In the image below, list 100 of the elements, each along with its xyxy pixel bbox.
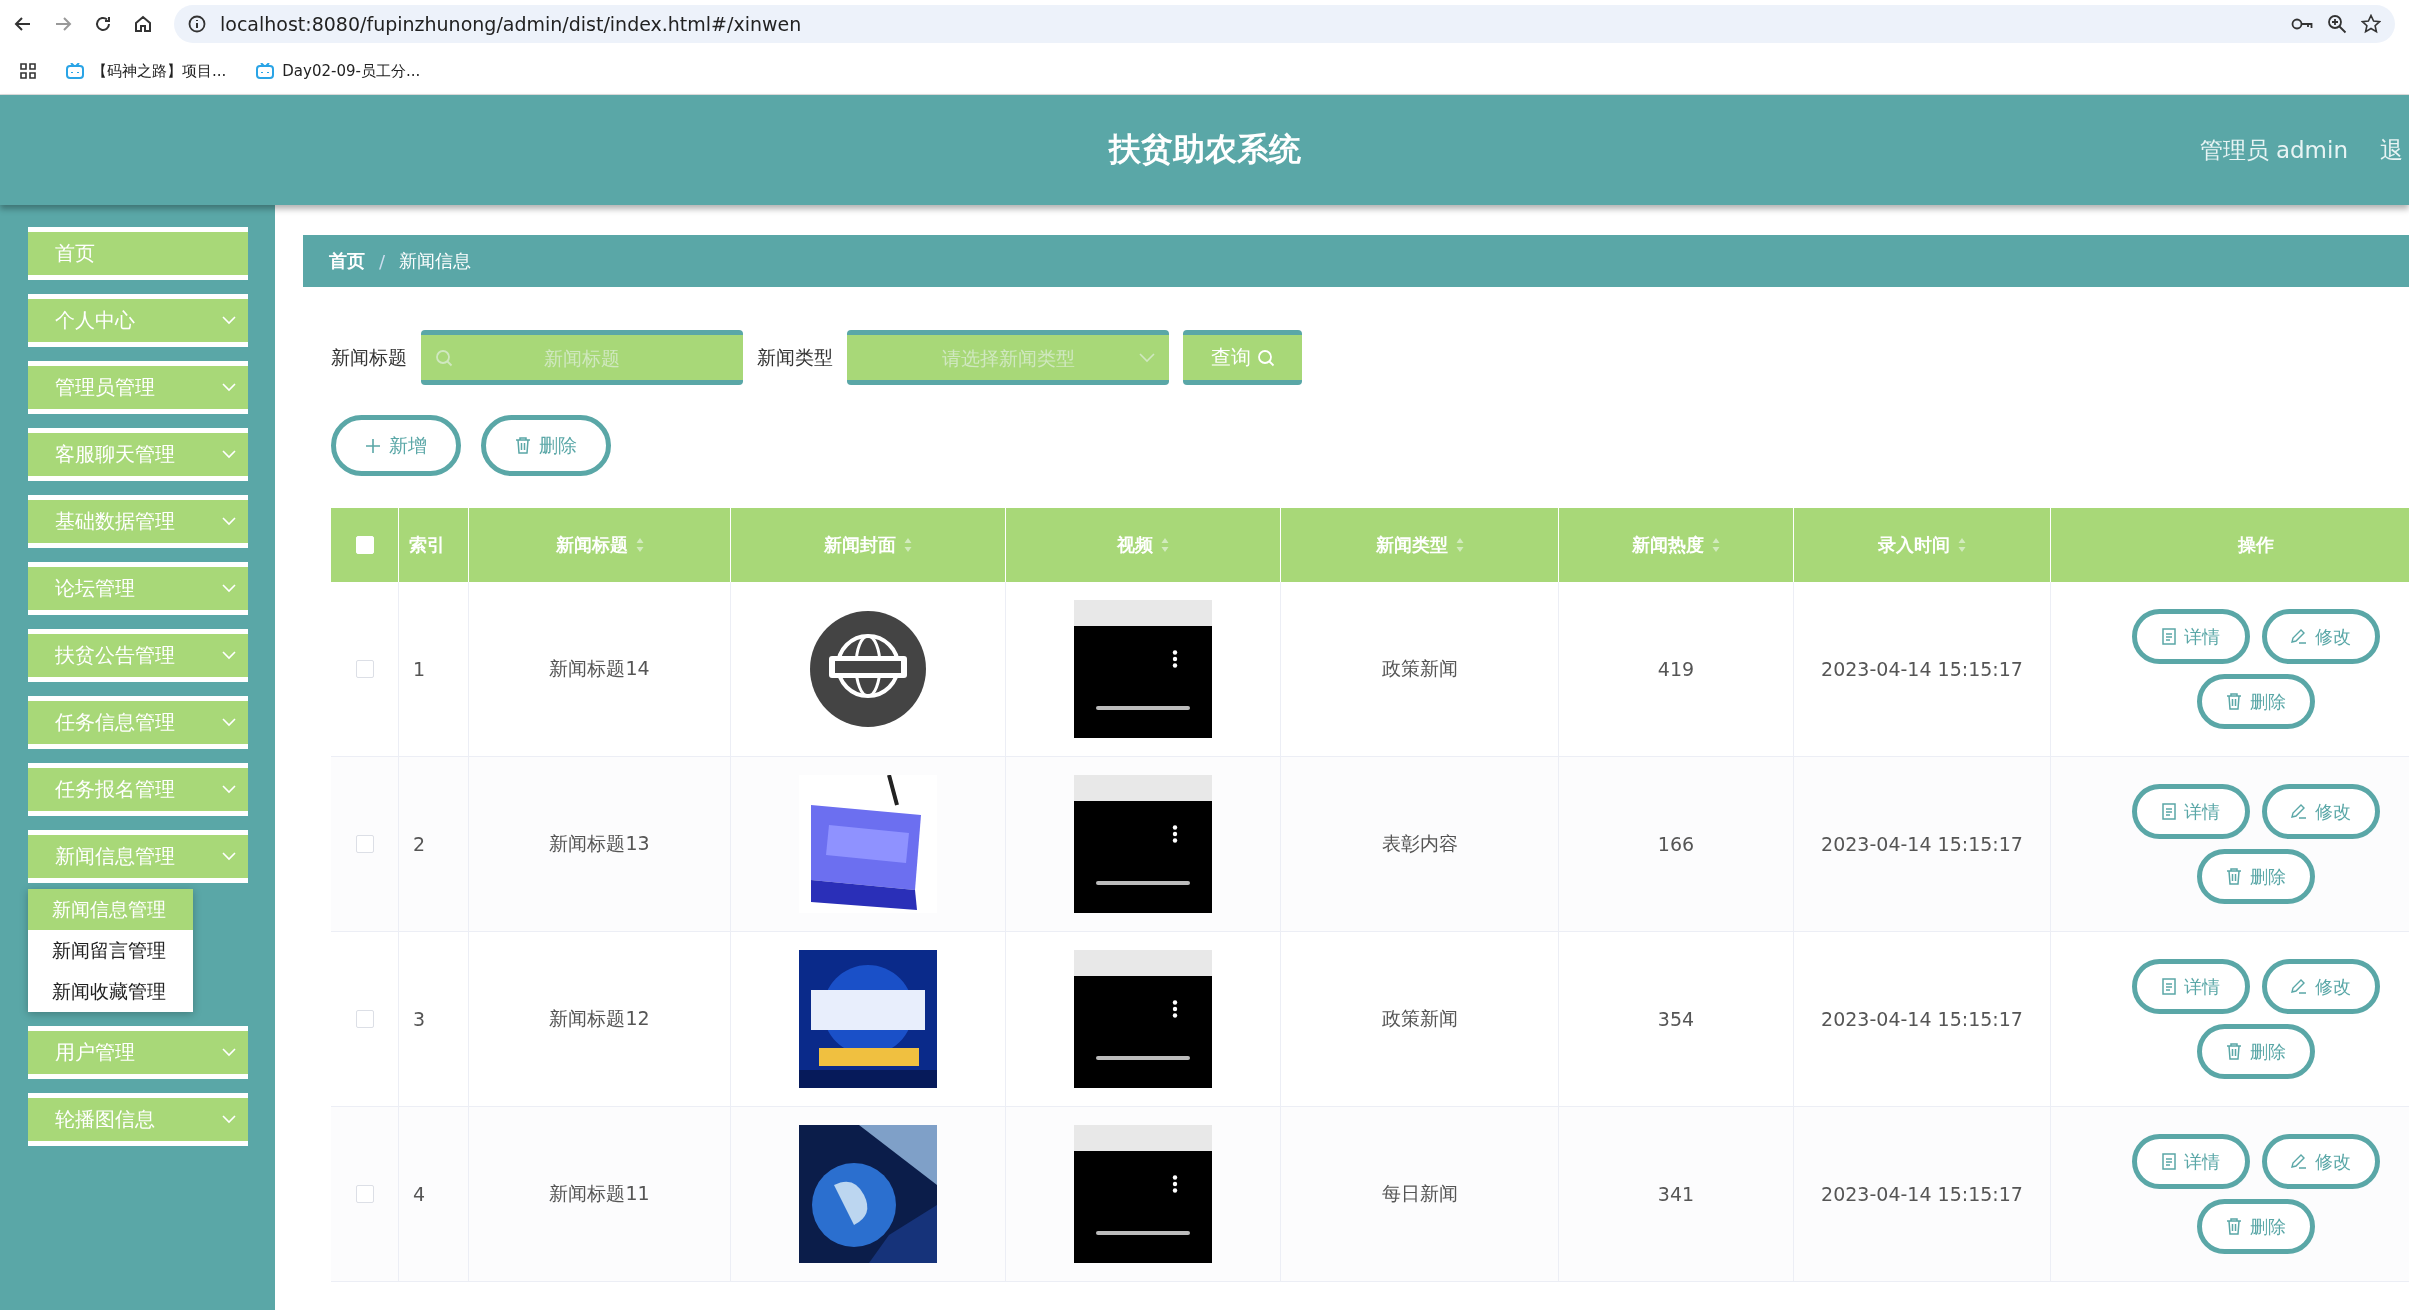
pencil-icon xyxy=(2290,1153,2307,1170)
select-all-checkbox[interactable] xyxy=(355,536,374,554)
sidebar-menu-item[interactable]: 任务信息管理 xyxy=(28,696,248,749)
delete-button[interactable]: 删除 xyxy=(2196,674,2315,729)
table-cell-text: 新闻标题12 xyxy=(549,1006,650,1031)
document-icon xyxy=(2161,1153,2176,1170)
edit-button[interactable]: 修改 xyxy=(2261,1134,2380,1189)
delete-button[interactable]: 删除 xyxy=(2196,1199,2315,1254)
tv-icon xyxy=(256,63,275,79)
video-player[interactable] xyxy=(1074,775,1212,913)
chevron-down-icon xyxy=(1139,352,1155,363)
table-cell: 2023-04-14 15:15:17 xyxy=(1821,658,2023,680)
detail-button[interactable]: 详情 xyxy=(2131,959,2250,1014)
column-header: 操作 xyxy=(2237,533,2274,557)
breadcrumb-separator: / xyxy=(379,250,386,272)
column-header[interactable]: 视频 xyxy=(1117,533,1153,557)
field-label: 新闻类型 xyxy=(757,344,833,370)
sidebar-menu-item[interactable]: 论坛管理 xyxy=(28,562,248,615)
detail-button[interactable]: 详情 xyxy=(2131,609,2250,664)
zoom-icon[interactable] xyxy=(2327,14,2347,34)
table-cell-text: 表彰内容 xyxy=(1381,831,1458,856)
sidebar-menu-item[interactable]: 新闻信息管理 xyxy=(28,830,248,883)
table-cell-text: 新闻标题14 xyxy=(549,656,650,681)
table-cell: 2023-04-14 15:15:17 xyxy=(1821,1008,2023,1030)
row-checkbox[interactable] xyxy=(355,835,374,853)
trash-icon xyxy=(2225,1218,2242,1235)
field-label: 新闻标题 xyxy=(331,344,407,370)
sidebar-menu-item[interactable]: 管理员管理 xyxy=(28,361,248,414)
plus-icon xyxy=(365,437,381,454)
sidebar-menu-item[interactable]: 客服聊天管理 xyxy=(28,428,248,481)
video-player[interactable] xyxy=(1074,600,1212,738)
chevron-down-icon xyxy=(222,517,236,526)
table-cell-text: 政策新闻 xyxy=(1381,656,1458,681)
sidebar-menu-item[interactable]: 个人中心 xyxy=(28,294,248,347)
submenu-item[interactable]: 新闻留言管理 xyxy=(28,930,193,971)
delete-button[interactable]: 删除 xyxy=(2196,1024,2315,1079)
add-button[interactable]: 新增 xyxy=(331,415,461,476)
more-icon[interactable] xyxy=(1172,1000,1178,1018)
trash-icon xyxy=(2225,868,2242,885)
table-cell-text: 政策新闻 xyxy=(1381,1006,1458,1031)
breadcrumb-item: 新闻信息 xyxy=(399,249,472,273)
pencil-icon xyxy=(2290,628,2307,645)
column-header[interactable]: 新闻类型 xyxy=(1375,533,1448,557)
table-cell: 341 xyxy=(1657,1183,1695,1205)
sidebar-menu-item[interactable]: 任务报名管理 xyxy=(28,763,248,816)
apps-icon[interactable] xyxy=(20,63,36,79)
key-icon[interactable] xyxy=(2291,17,2313,31)
table-cell: 419 xyxy=(1657,658,1695,680)
detail-button[interactable]: 详情 xyxy=(2131,784,2250,839)
video-player[interactable] xyxy=(1074,1125,1212,1263)
sidebar-menu-item[interactable]: 用户管理 xyxy=(28,1026,248,1079)
row-checkbox[interactable] xyxy=(355,660,374,678)
trash-icon xyxy=(2225,693,2242,710)
edit-button[interactable]: 修改 xyxy=(2261,959,2380,1014)
reload-icon[interactable] xyxy=(94,15,112,33)
edit-button[interactable]: 修改 xyxy=(2261,784,2380,839)
table-cell: 166 xyxy=(1657,833,1695,855)
document-icon xyxy=(2161,978,2176,995)
table-cell: 4 xyxy=(413,1183,426,1205)
logout-link[interactable]: 退 xyxy=(2380,134,2403,166)
submenu-item[interactable]: 新闻收藏管理 xyxy=(28,971,193,1012)
table-cell: 2023-04-14 15:15:17 xyxy=(1821,833,2023,855)
more-icon[interactable] xyxy=(1172,650,1178,668)
chevron-down-icon xyxy=(222,383,236,392)
bookmark-link[interactable]: Day02-09-员工分... xyxy=(282,61,421,81)
column-header[interactable]: 录入时间 xyxy=(1878,533,1950,557)
sidebar-menu-item[interactable]: 轮播图信息 xyxy=(28,1093,248,1146)
detail-button[interactable]: 详情 xyxy=(2131,1134,2250,1189)
sidebar-menu-item[interactable]: 扶贫公告管理 xyxy=(28,629,248,682)
video-player[interactable] xyxy=(1074,950,1212,1088)
submenu-item[interactable]: 新闻信息管理 xyxy=(28,889,193,930)
sidebar-menu-item[interactable]: 基础数据管理 xyxy=(28,495,248,548)
search-icon xyxy=(435,348,453,367)
bookmark-link[interactable]: 【码神之路】项目... xyxy=(92,61,227,81)
chevron-down-icon xyxy=(222,316,236,325)
column-header[interactable]: 新闻热度 xyxy=(1632,533,1704,557)
search-field[interactable]: 新闻标题 xyxy=(421,330,743,385)
table-cell: 1 xyxy=(413,658,426,680)
row-checkbox[interactable] xyxy=(355,1010,374,1028)
column-header[interactable]: 新闻封面 xyxy=(824,533,896,557)
edit-button[interactable]: 修改 xyxy=(2261,609,2380,664)
back-icon[interactable] xyxy=(14,15,32,33)
delete-button[interactable]: 删除 xyxy=(481,415,611,476)
column-header: 索引 xyxy=(409,533,445,557)
star-icon[interactable] xyxy=(2361,14,2381,34)
delete-button[interactable]: 删除 xyxy=(2196,849,2315,904)
app-title: 扶贫助农系统 xyxy=(1108,129,1301,170)
trash-icon xyxy=(2225,1043,2242,1060)
more-icon[interactable] xyxy=(1172,825,1178,843)
sidebar-menu-item[interactable]: 首页 xyxy=(28,227,248,280)
column-header[interactable]: 新闻标题 xyxy=(555,533,628,557)
forward-icon[interactable] xyxy=(54,15,72,33)
info-icon[interactable] xyxy=(188,15,206,33)
more-icon[interactable] xyxy=(1172,1175,1178,1193)
query-button[interactable]: 查询 xyxy=(1183,330,1302,385)
select-field[interactable]: 请选择新闻类型 xyxy=(847,330,1169,385)
row-checkbox[interactable] xyxy=(355,1185,374,1203)
home-icon[interactable] xyxy=(134,15,152,33)
breadcrumb-item[interactable]: 首页 xyxy=(329,249,365,273)
table-cell-text: 新闻标题11 xyxy=(549,1181,650,1206)
